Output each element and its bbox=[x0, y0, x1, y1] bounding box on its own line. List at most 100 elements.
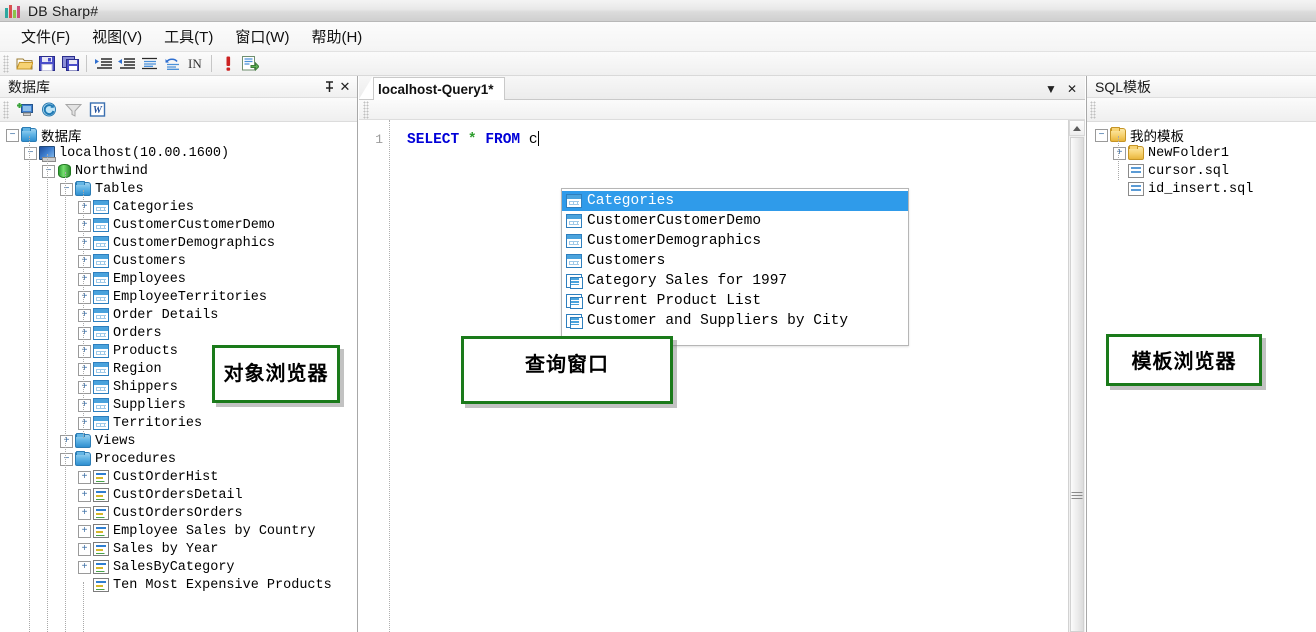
tree-expander-collapsed[interactable]: + bbox=[78, 542, 91, 556]
tree-expander-collapsed[interactable]: + bbox=[78, 560, 91, 574]
tree-item[interactable]: − Tables bbox=[0, 180, 357, 198]
tree-item[interactable]: + CustOrderHist bbox=[0, 468, 357, 486]
tree-item[interactable]: + Categories bbox=[0, 198, 357, 216]
menu-view[interactable]: 视图(V) bbox=[81, 23, 153, 50]
tree-item[interactable]: + Employees bbox=[0, 270, 357, 288]
tree-expander-collapsed[interactable]: + bbox=[78, 506, 91, 520]
left-toolbar-drag-handle[interactable] bbox=[3, 100, 9, 119]
word-export-button[interactable]: W bbox=[86, 99, 108, 121]
scroll-up-button[interactable] bbox=[1069, 120, 1085, 136]
undo-format-button[interactable] bbox=[161, 53, 183, 75]
editor-vertical-scrollbar[interactable] bbox=[1068, 120, 1085, 632]
filter-button[interactable] bbox=[62, 99, 84, 121]
tree-item[interactable]: − 我的模板 bbox=[1087, 126, 1316, 146]
indent-increase-button[interactable] bbox=[92, 53, 114, 75]
tree-item[interactable]: + CustomerCustomerDemo bbox=[0, 216, 357, 234]
pin-icon[interactable] bbox=[321, 79, 337, 95]
tree-item[interactable]: id_insert.sql bbox=[1087, 180, 1316, 198]
folder-icon bbox=[1128, 145, 1144, 160]
tree-item[interactable]: + Territories bbox=[0, 414, 357, 432]
in-clause-button[interactable]: IN bbox=[184, 56, 206, 72]
tree-item[interactable]: + Views bbox=[0, 432, 357, 450]
tree-expander-collapsed[interactable]: + bbox=[78, 290, 91, 304]
refresh-button[interactable] bbox=[38, 99, 60, 121]
format-sql-button[interactable] bbox=[138, 53, 160, 75]
autocomplete-item[interactable]: Customer and Suppliers by City bbox=[562, 311, 908, 331]
tree-item[interactable]: + EmployeeTerritories bbox=[0, 288, 357, 306]
scroll-thumb[interactable] bbox=[1070, 137, 1084, 632]
tree-expander-expanded[interactable]: − bbox=[1095, 128, 1108, 142]
export-button[interactable] bbox=[240, 53, 262, 75]
tree-expander-collapsed[interactable]: + bbox=[1113, 146, 1126, 160]
tree-item[interactable]: + Orders bbox=[0, 324, 357, 342]
menu-help[interactable]: 帮助(H) bbox=[300, 23, 373, 50]
tree-expander-collapsed[interactable]: + bbox=[78, 488, 91, 502]
autocomplete-item-label: Categories bbox=[587, 193, 675, 209]
save-button[interactable] bbox=[36, 53, 58, 75]
tree-item[interactable]: − localhost(10.00.1600) bbox=[0, 144, 357, 162]
tree-item[interactable]: + Sales by Year bbox=[0, 540, 357, 558]
tree-expander-expanded[interactable]: − bbox=[60, 452, 73, 466]
tree-expander-collapsed[interactable]: + bbox=[78, 470, 91, 484]
tree-item[interactable]: + NewFolder1 bbox=[1087, 144, 1316, 162]
tree-item[interactable]: cursor.sql bbox=[1087, 162, 1316, 180]
tab-localhost-query1[interactable]: localhost-Query1* bbox=[373, 77, 505, 100]
tree-expander-collapsed[interactable]: + bbox=[78, 398, 91, 412]
tree-item[interactable]: + SalesByCategory bbox=[0, 558, 357, 576]
autocomplete-item[interactable]: Customers bbox=[562, 251, 908, 271]
tree-item-label: Views bbox=[95, 433, 136, 449]
tree-item[interactable]: + CustOrdersOrders bbox=[0, 504, 357, 522]
tree-item-label: Employees bbox=[113, 271, 186, 287]
tab-close-icon[interactable]: ✕ bbox=[1067, 82, 1077, 96]
indent-decrease-button[interactable] bbox=[115, 53, 137, 75]
tree-expander-collapsed[interactable]: + bbox=[78, 416, 91, 430]
menu-file[interactable]: 文件(F) bbox=[10, 23, 81, 50]
tree-expander-collapsed[interactable]: + bbox=[78, 254, 91, 268]
autocomplete-popup[interactable]: Categories CustomerCustomerDemo CustomerDe… bbox=[561, 188, 909, 346]
tree-expander-collapsed[interactable]: + bbox=[60, 434, 73, 448]
toolbar-drag-handle[interactable] bbox=[3, 54, 9, 73]
open-button[interactable] bbox=[13, 53, 35, 75]
menu-window[interactable]: 窗口(W) bbox=[224, 23, 300, 50]
right-toolbar-drag-handle[interactable] bbox=[1090, 100, 1096, 119]
tree-item[interactable]: + Employee Sales by Country bbox=[0, 522, 357, 540]
tree-expander-collapsed[interactable]: + bbox=[78, 200, 91, 214]
tree-expander-collapsed[interactable]: + bbox=[78, 272, 91, 286]
close-icon[interactable]: ✕ bbox=[337, 79, 353, 95]
autocomplete-item[interactable]: Categories bbox=[562, 191, 908, 211]
tree-item[interactable]: + CustomerDemographics bbox=[0, 234, 357, 252]
editor-toolbar-drag-handle[interactable] bbox=[363, 100, 369, 119]
tree-expander-expanded[interactable]: − bbox=[60, 182, 73, 196]
tree-item[interactable]: + Customers bbox=[0, 252, 357, 270]
menu-tools[interactable]: 工具(T) bbox=[153, 23, 224, 50]
tree-item[interactable]: + Order Details bbox=[0, 306, 357, 324]
autocomplete-item[interactable]: Current Product List bbox=[562, 291, 908, 311]
add-server-button[interactable] bbox=[14, 99, 36, 121]
tree-expander-collapsed[interactable]: + bbox=[78, 326, 91, 340]
tree-item[interactable]: − Northwind bbox=[0, 162, 357, 180]
tree-item-label: Suppliers bbox=[113, 397, 186, 413]
tree-item[interactable]: − 数据库 bbox=[0, 126, 357, 146]
tree-expander-collapsed[interactable]: + bbox=[78, 380, 91, 394]
tree-expander-collapsed[interactable]: + bbox=[78, 362, 91, 376]
tree-item[interactable]: + CustOrdersDetail bbox=[0, 486, 357, 504]
tree-expander-collapsed[interactable]: + bbox=[78, 236, 91, 250]
tree-item[interactable]: − Procedures bbox=[0, 450, 357, 468]
tree-expander-expanded[interactable]: − bbox=[24, 146, 37, 160]
tab-list-dropdown-icon[interactable]: ▼ bbox=[1045, 82, 1057, 96]
tree-expander-expanded[interactable]: − bbox=[6, 128, 19, 142]
tree-expander-collapsed[interactable]: + bbox=[78, 308, 91, 322]
stored-procedure-icon bbox=[93, 560, 109, 574]
tree-expander-collapsed[interactable]: + bbox=[78, 218, 91, 232]
tree-item[interactable]: Ten Most Expensive Products bbox=[0, 576, 357, 594]
save-all-button[interactable] bbox=[59, 53, 81, 75]
execute-button[interactable] bbox=[217, 53, 239, 75]
scroll-split-grip[interactable] bbox=[1071, 492, 1083, 499]
gutter-divider bbox=[389, 120, 390, 632]
tree-expander-expanded[interactable]: − bbox=[42, 164, 55, 178]
tree-expander-collapsed[interactable]: + bbox=[78, 524, 91, 538]
autocomplete-item[interactable]: CustomerDemographics bbox=[562, 231, 908, 251]
autocomplete-item[interactable]: Category Sales for 1997 bbox=[562, 271, 908, 291]
autocomplete-item[interactable]: CustomerCustomerDemo bbox=[562, 211, 908, 231]
tree-expander-collapsed[interactable]: + bbox=[78, 344, 91, 358]
